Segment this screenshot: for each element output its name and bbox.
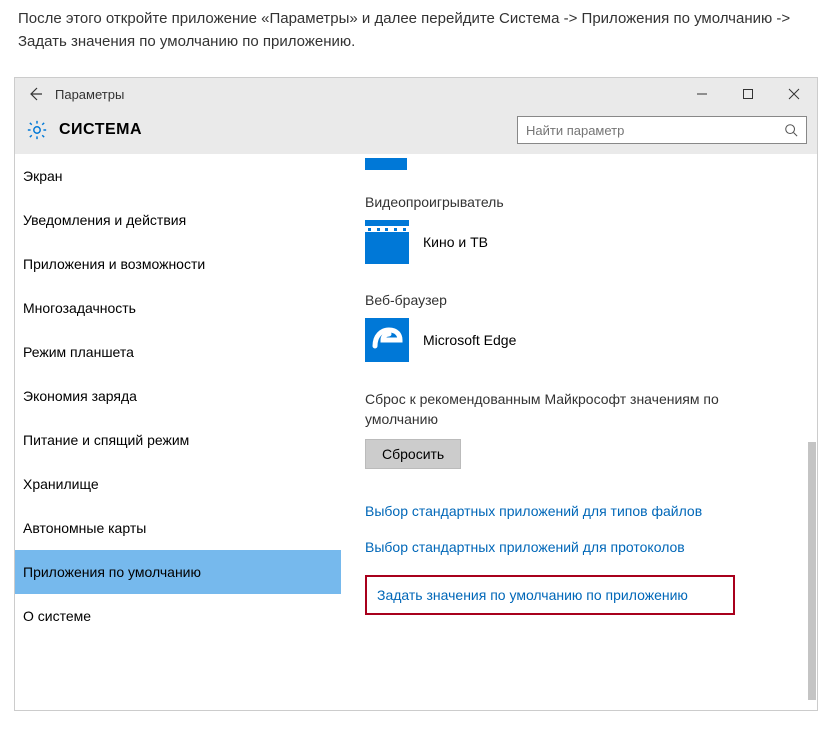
minimize-icon [696, 88, 708, 100]
arrow-left-icon [27, 86, 43, 102]
sidebar-item-about[interactable]: О системе [15, 594, 341, 638]
sidebar: Экран Уведомления и действия Приложения … [15, 154, 341, 710]
settings-window: Параметры СИСТЕМА [14, 77, 818, 711]
web-browser-app-name: Microsoft Edge [423, 332, 516, 348]
maximize-button[interactable] [725, 78, 771, 110]
sidebar-item-offline-maps[interactable]: Автономные карты [15, 506, 341, 550]
sidebar-item-apps-features[interactable]: Приложения и возможности [15, 242, 341, 286]
sidebar-item-battery[interactable]: Экономия заряда [15, 374, 341, 418]
search-input-container[interactable] [517, 116, 807, 144]
sidebar-item-power-sleep[interactable]: Питание и спящий режим [15, 418, 341, 462]
close-button[interactable] [771, 78, 817, 110]
sidebar-item-default-apps[interactable]: Приложения по умолчанию [15, 550, 341, 594]
edge-icon [365, 318, 409, 362]
maximize-icon [742, 88, 754, 100]
header-bar: СИСТЕМА [15, 110, 817, 154]
video-player-label: Видеопроигрыватель [365, 194, 793, 210]
titlebar: Параметры [15, 78, 817, 110]
content-panel: Видеопроигрыватель Кино и ТВ Веб-браузер… [341, 154, 817, 710]
web-browser-row[interactable]: Microsoft Edge [365, 318, 793, 362]
reset-button[interactable]: Сбросить [365, 439, 461, 469]
back-button[interactable] [15, 78, 55, 110]
scrollbar-thumb[interactable] [808, 442, 816, 700]
movies-tv-icon [365, 220, 409, 264]
window-title: Параметры [55, 87, 679, 102]
sidebar-item-tablet-mode[interactable]: Режим планшета [15, 330, 341, 374]
link-file-types[interactable]: Выбор стандартных приложений для типов ф… [365, 503, 793, 519]
video-player-app-name: Кино и ТВ [423, 234, 488, 250]
sidebar-item-multitasking[interactable]: Многозадачность [15, 286, 341, 330]
page-title: СИСТЕМА [59, 121, 507, 139]
search-input[interactable] [526, 123, 784, 138]
link-protocols[interactable]: Выбор стандартных приложений для протоко… [365, 539, 793, 555]
instruction-text: После этого откройте приложение «Парамет… [0, 0, 832, 77]
window-body: Экран Уведомления и действия Приложения … [15, 154, 817, 710]
close-icon [788, 88, 800, 100]
reset-description: Сброс к рекомендованным Майкрософт значе… [365, 390, 793, 429]
search-icon [784, 123, 798, 137]
video-player-row[interactable]: Кино и ТВ [365, 220, 793, 264]
minimize-button[interactable] [679, 78, 725, 110]
settings-gear-icon [25, 118, 49, 142]
sidebar-item-notifications[interactable]: Уведомления и действия [15, 198, 341, 242]
sidebar-item-storage[interactable]: Хранилище [15, 462, 341, 506]
app-tile-partial[interactable] [365, 158, 407, 170]
web-browser-label: Веб-браузер [365, 292, 793, 308]
link-by-app[interactable]: Задать значения по умолчанию по приложен… [365, 575, 735, 615]
sidebar-item-display[interactable]: Экран [15, 154, 341, 198]
